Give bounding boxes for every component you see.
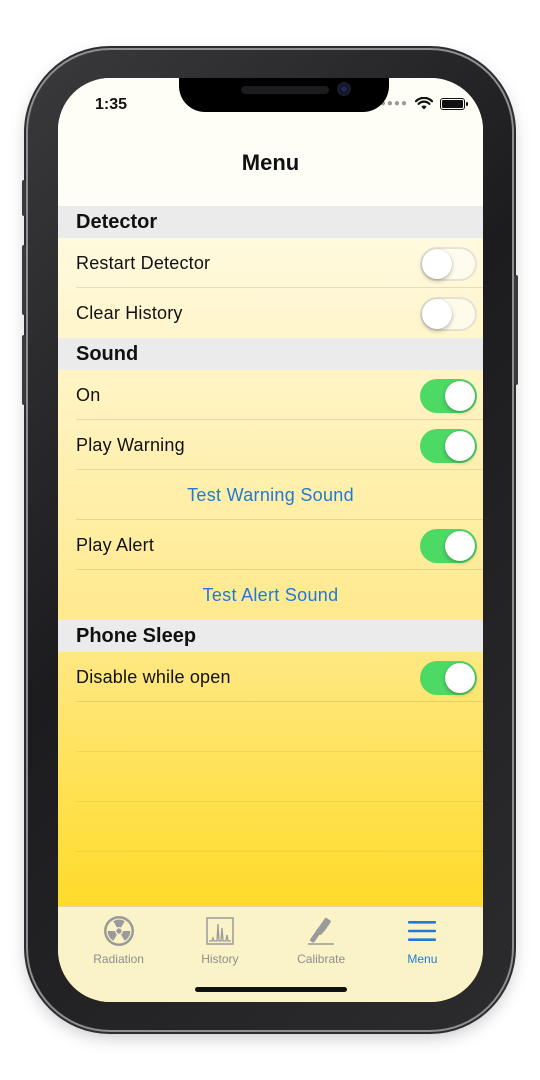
section-header-sound: Sound bbox=[58, 338, 483, 370]
row-label: On bbox=[76, 384, 101, 405]
status-icons: ●●●● bbox=[380, 97, 468, 110]
front-camera bbox=[337, 82, 351, 96]
toggle-knob bbox=[445, 663, 475, 693]
test-warning-sound-button[interactable]: Test Warning Sound bbox=[58, 470, 483, 520]
notch bbox=[179, 78, 389, 112]
clear-history-toggle[interactable] bbox=[420, 297, 477, 331]
empty-row bbox=[58, 852, 483, 902]
radiation-icon bbox=[103, 913, 135, 949]
row-label: Play Warning bbox=[76, 434, 185, 455]
row-label: Play Alert bbox=[76, 534, 155, 555]
test-warning-sound-label: Test Warning Sound bbox=[187, 484, 354, 505]
tab-label: Radiation bbox=[93, 952, 144, 966]
test-alert-sound-label: Test Alert Sound bbox=[202, 584, 339, 605]
section-header-phone-sleep: Phone Sleep bbox=[58, 620, 483, 652]
empty-row bbox=[58, 702, 483, 752]
calibrate-tool-icon bbox=[305, 913, 337, 949]
history-chart-icon bbox=[205, 913, 235, 949]
play-alert-toggle[interactable] bbox=[420, 529, 477, 563]
tab-label: History bbox=[201, 952, 239, 966]
sound-on-toggle[interactable] bbox=[420, 379, 477, 413]
page-title: Menu bbox=[241, 150, 300, 175]
toggle-knob bbox=[422, 249, 452, 279]
row-play-alert: Play Alert bbox=[58, 520, 483, 570]
toggle-knob bbox=[445, 381, 475, 411]
row-label: Clear History bbox=[76, 302, 183, 323]
toggle-knob bbox=[445, 531, 475, 561]
row-sound-on: On bbox=[58, 370, 483, 420]
row-disable-while-open: Disable while open bbox=[58, 652, 483, 702]
home-indicator[interactable] bbox=[195, 987, 347, 992]
mute-switch bbox=[22, 180, 26, 216]
battery-icon bbox=[440, 97, 468, 110]
tab-radiation[interactable]: Radiation bbox=[71, 913, 167, 1002]
volume-down-button bbox=[22, 335, 26, 405]
volume-up-button bbox=[22, 245, 26, 315]
row-clear-history: Clear History bbox=[58, 288, 483, 338]
empty-row bbox=[58, 752, 483, 802]
test-alert-sound-button[interactable]: Test Alert Sound bbox=[58, 570, 483, 620]
restart-detector-toggle[interactable] bbox=[420, 247, 477, 281]
menu-icon bbox=[407, 913, 437, 949]
power-button bbox=[514, 275, 518, 385]
row-label: Restart Detector bbox=[76, 252, 211, 273]
toggle-knob bbox=[445, 431, 475, 461]
toggle-knob bbox=[422, 299, 452, 329]
empty-row bbox=[58, 802, 483, 852]
row-restart-detector: Restart Detector bbox=[58, 238, 483, 288]
play-warning-toggle[interactable] bbox=[420, 429, 477, 463]
wifi-icon bbox=[415, 97, 433, 110]
settings-list: Detector Restart Detector Clear History … bbox=[58, 206, 483, 902]
section-header-detector: Detector bbox=[58, 206, 483, 238]
status-time: 1:35 bbox=[95, 96, 128, 113]
speaker-grill bbox=[241, 86, 329, 94]
row-play-warning: Play Warning bbox=[58, 420, 483, 470]
tab-label: Menu bbox=[407, 952, 438, 966]
app-screen: 1:35 ●●●● Menu Detector Restart Detector… bbox=[58, 78, 483, 1002]
row-label: Disable while open bbox=[76, 666, 231, 687]
disable-while-open-toggle[interactable] bbox=[420, 661, 477, 695]
tab-menu[interactable]: Menu bbox=[374, 913, 470, 1002]
tab-label: Calibrate bbox=[297, 952, 346, 966]
